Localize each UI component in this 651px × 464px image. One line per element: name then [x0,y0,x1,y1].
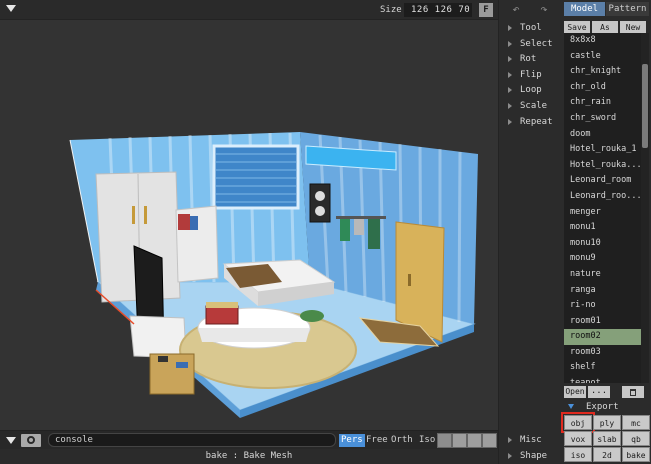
collapse-icon [568,404,574,409]
file-list-item[interactable]: room01 [564,314,641,330]
file-list-item[interactable]: chr_sword [564,111,641,127]
expand-icon [508,452,512,459]
storage-box [205,305,239,325]
tool-item-tool[interactable]: Tool [508,22,562,35]
expand-icon [508,118,512,125]
file-list[interactable]: 8x8x8 castle chr_knight chr_old chr_rain chr_… [564,33,641,383]
expand-icon [508,71,512,78]
clothes-rack [336,216,386,219]
grid-icon[interactable] [452,433,467,448]
file-list-item[interactable]: monu1 [564,220,641,236]
file-list-item[interactable]: nature [564,267,641,283]
export-iso-button[interactable]: iso [564,447,592,462]
file-list-item[interactable]: chr_rain [564,95,641,111]
file-list-item[interactable]: menger [564,205,641,221]
file-list-item[interactable]: room03 [564,345,641,361]
file-list-item[interactable]: teapot [564,376,641,383]
expand-icon [508,55,512,62]
tab-pattern[interactable]: Pattern [606,2,649,16]
file-list-scrollbar[interactable] [641,33,649,383]
tool-item-repeat[interactable]: Repeat [508,116,562,129]
file-list-item[interactable]: ri-no [564,298,641,314]
export-qb-button[interactable]: qb [622,431,650,446]
rotate-icon[interactable] [467,433,482,448]
expand-icon [508,102,512,109]
file-list-item[interactable]: room02 [564,329,641,345]
export-2d-button[interactable]: 2d [593,447,621,462]
floor-cushion [300,310,324,322]
file-list-item[interactable]: shelf [564,360,641,376]
small-cabinet [149,353,195,395]
status-text: bake : Bake Mesh [0,449,498,464]
file-list-item[interactable]: doom [564,127,641,143]
viewport-panel: Size 126 126 70 F console Pers Free Orth… [0,0,498,449]
expand-icon [508,40,512,47]
view-mode-orth[interactable]: Orth [389,434,415,447]
file-list-item[interactable]: Hotel_rouka_1 [564,142,641,158]
tools-column: ↶ ↷ Tool Select Rot Flip Loop Scale Repe… [498,0,562,464]
bottom-menu-icon[interactable] [6,437,16,444]
tv-stand [129,315,187,359]
lock-icon[interactable] [482,433,497,448]
3d-canvas[interactable] [0,20,498,430]
redo-icon[interactable]: ↷ [532,2,556,16]
tool-item-shape[interactable]: Shape [508,450,562,463]
frame-icon[interactable] [437,433,452,448]
export-bake-button[interactable]: bake [622,447,650,462]
file-list-item[interactable]: castle [564,49,641,65]
tool-item-flip[interactable]: Flip [508,69,562,82]
fit-button[interactable]: F [479,3,493,17]
open-button[interactable]: Open [564,386,586,398]
file-list-item[interactable]: chr_old [564,80,641,96]
window-blinds [212,144,300,210]
export-vox-button[interactable]: vox [564,431,592,446]
file-list-item[interactable]: chr_knight [564,64,641,80]
voxel-room-scene [69,132,478,418]
expand-icon [508,86,512,93]
more-button[interactable]: ... [588,386,610,398]
export-ply-button[interactable]: ply [593,415,621,430]
export-mc-button[interactable]: mc [622,415,650,430]
viewport-bottom-bar: Pers Free Orth Iso [0,430,498,449]
tool-item-scale[interactable]: Scale [508,100,562,113]
file-list-item[interactable]: 8x8x8 [564,33,641,49]
expand-icon [508,436,512,443]
size-input[interactable]: 126 126 70 [404,3,472,17]
export-obj-button[interactable]: obj [561,412,595,433]
tab-model[interactable]: Model [564,2,605,16]
file-list-item[interactable]: monu10 [564,236,641,252]
tool-item-loop[interactable]: Loop [508,84,562,97]
export-slab-button[interactable]: slab [593,431,621,446]
tool-item-select[interactable]: Select [508,38,562,51]
viewport-top-bar: Size 126 126 70 F [0,0,498,20]
file-list-item[interactable]: ranga [564,283,641,299]
tool-item-rot[interactable]: Rot [508,53,562,66]
file-list-item[interactable]: Leonard_roo... [564,189,641,205]
model-panel: Model Pattern Save As New 8x8x8 castle chr… [561,0,651,464]
wall-poster [309,183,331,223]
undo-icon[interactable]: ↶ [504,2,528,16]
file-list-item[interactable]: monu9 [564,251,641,267]
view-mode-iso[interactable]: Iso [417,434,437,447]
viewport-menu-icon[interactable] [6,5,16,12]
view-mode-pers[interactable]: Pers [339,434,365,447]
camera-icon[interactable] [21,434,41,447]
view-mode-free[interactable]: Free [364,434,390,447]
tool-item-misc[interactable]: Misc [508,434,562,447]
size-label: Size [380,5,402,15]
expand-icon [508,24,512,31]
console-input[interactable] [48,433,336,447]
scroll-thumb[interactable] [642,64,648,148]
file-list-item[interactable]: Leonard_room [564,173,641,189]
trash-icon[interactable] [622,386,644,398]
export-section-header[interactable]: Export [568,402,619,413]
file-list-item[interactable]: Hotel_rouka... [564,158,641,174]
